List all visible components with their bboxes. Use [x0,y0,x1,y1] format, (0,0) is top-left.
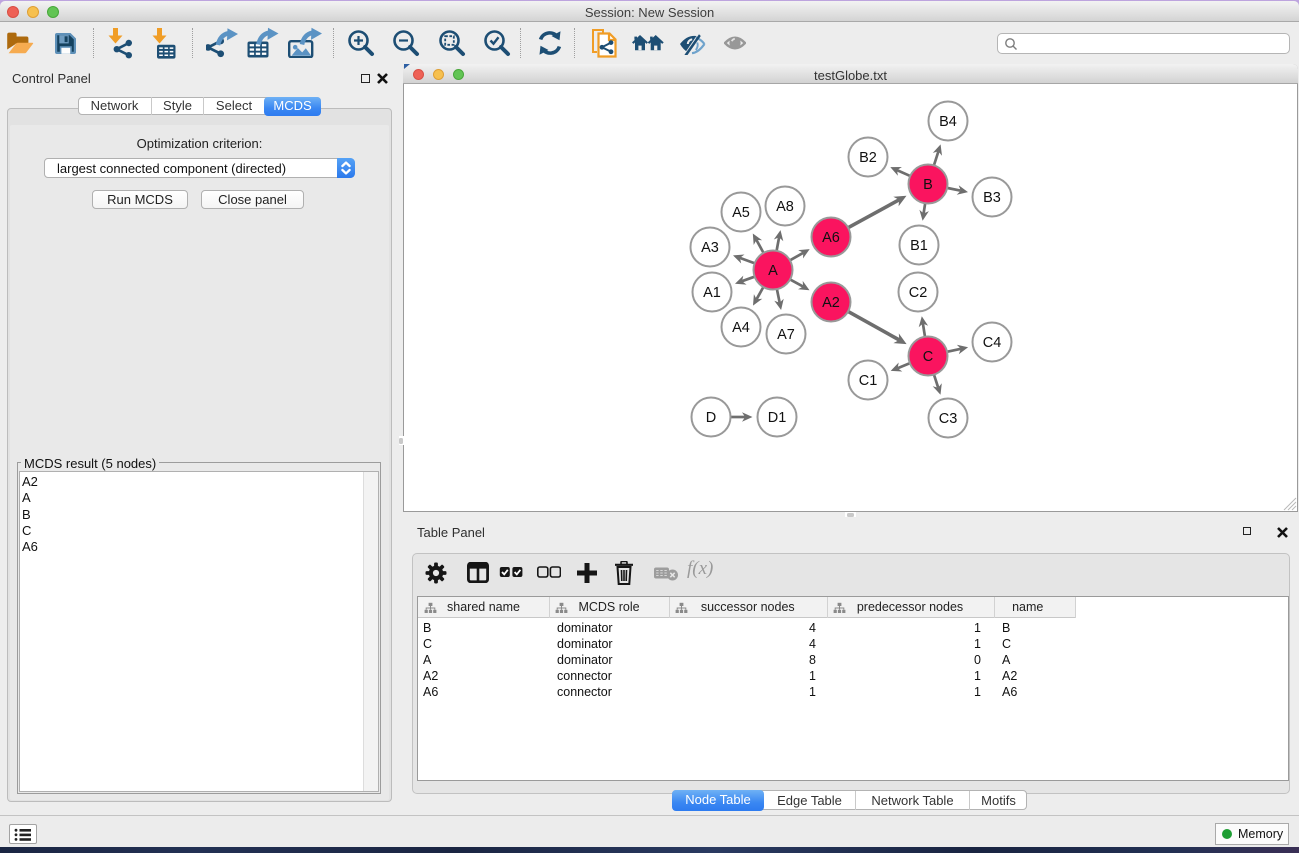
svg-text:C1: C1 [859,373,878,389]
svg-text:A: A [768,263,778,279]
svg-text:C4: C4 [983,335,1002,351]
svg-text:D1: D1 [768,410,787,426]
svg-text:A3: A3 [701,240,719,256]
svg-text:A1: A1 [703,285,721,301]
svg-text:B1: B1 [910,238,928,254]
svg-text:A2: A2 [822,295,840,311]
svg-text:A8: A8 [776,199,794,215]
svg-text:B: B [923,177,933,193]
svg-text:A6: A6 [822,230,840,246]
svg-text:B4: B4 [939,114,957,130]
svg-text:C3: C3 [939,411,958,427]
svg-text:A5: A5 [732,205,750,221]
svg-text:C2: C2 [909,285,928,301]
svg-text:B3: B3 [983,190,1001,206]
svg-text:A7: A7 [777,327,795,343]
svg-text:C: C [923,349,933,365]
svg-text:A4: A4 [732,320,750,336]
svg-text:B2: B2 [859,150,877,166]
svg-text:D: D [706,410,716,426]
